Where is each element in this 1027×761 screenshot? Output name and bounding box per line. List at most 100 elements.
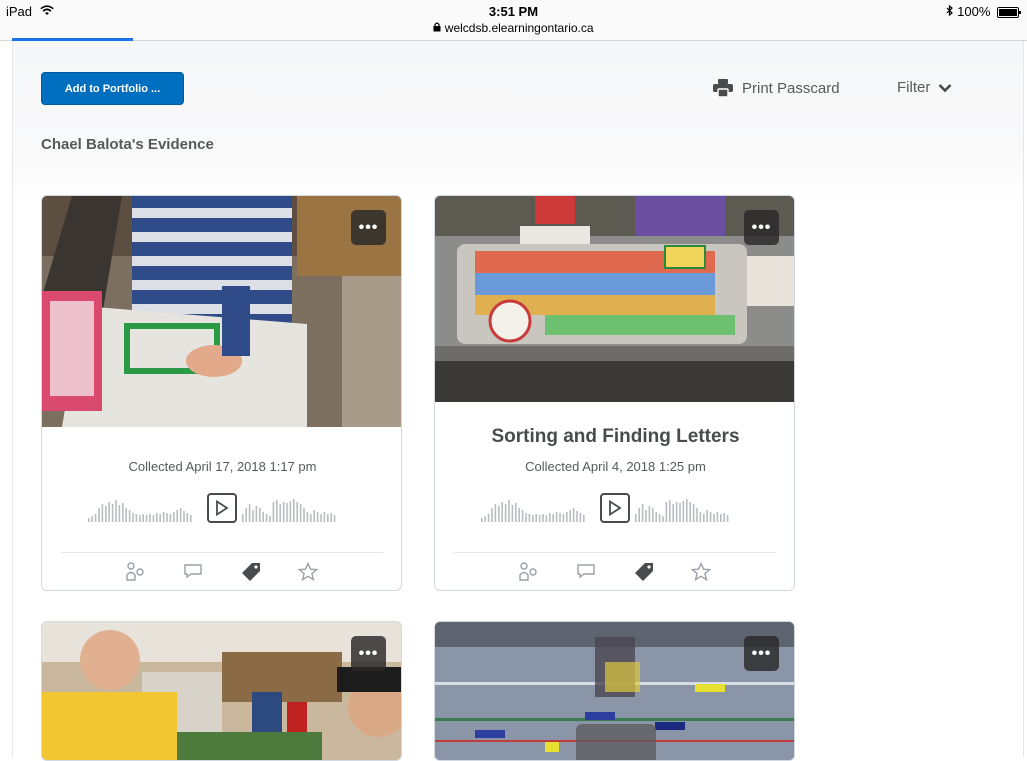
collected-date: Collected April 4, 2018 1:25 pm (525, 459, 706, 474)
waveform-bar (692, 504, 695, 522)
tag-icon[interactable] (241, 562, 261, 587)
bluetooth-icon (946, 4, 958, 19)
waveform-bar (576, 511, 578, 522)
people-icon[interactable] (519, 562, 539, 587)
status-right: 100% (946, 4, 1021, 19)
comment-icon[interactable] (576, 562, 596, 585)
more-options-button[interactable]: ••• (351, 636, 386, 671)
waveform-bar (672, 504, 674, 522)
waveform-bar (696, 508, 698, 522)
waveform-bar (333, 515, 336, 522)
address-bar[interactable]: welcdsb.elearningontario.ca (0, 21, 1027, 35)
waveform-bar (183, 511, 185, 522)
audio-player (481, 492, 749, 526)
evidence-card[interactable]: ••• (41, 621, 402, 761)
waveform-bar (248, 504, 251, 522)
waveform-bar (726, 515, 729, 522)
evidence-photo[interactable] (435, 196, 794, 402)
waveform-bar (689, 502, 691, 522)
waveform-bar (98, 508, 100, 522)
waveform-bar (638, 508, 640, 522)
people-icon[interactable] (126, 562, 146, 587)
more-options-button[interactable]: ••• (744, 210, 779, 245)
waveform-bar (323, 512, 326, 522)
battery-icon (997, 7, 1021, 19)
status-time: 3:51 PM (488, 4, 539, 19)
printer-icon (713, 79, 733, 97)
evidence-card[interactable]: ••• Collected April 17, 2018 1:17 pm (41, 195, 402, 591)
waveform-bar (648, 506, 651, 522)
waveform-bar (327, 514, 329, 522)
waveform-bar (658, 514, 661, 522)
waveform-bar (169, 514, 172, 522)
waveform-bar (662, 516, 664, 522)
waveform-bar (679, 503, 681, 522)
page-title: Chael Balota's Evidence (41, 136, 214, 153)
star-icon[interactable] (297, 561, 319, 587)
play-button[interactable] (207, 493, 237, 523)
waveform-bar (498, 506, 500, 522)
waveform-bar (108, 502, 110, 522)
evidence-card[interactable]: ••• Sorting and Finding Letters Collecte… (434, 195, 795, 591)
waveform-bar (525, 513, 527, 522)
waveform-bar (562, 514, 565, 522)
waveform-bar (145, 515, 148, 522)
lock-icon (433, 21, 444, 35)
waveform-bar (139, 515, 141, 522)
waveform-bar (128, 510, 131, 522)
waveform-bar (91, 516, 93, 522)
waveform-bar (115, 500, 117, 522)
waveform-bar (186, 513, 189, 522)
waveform-bar (255, 506, 258, 522)
waveform-bar (538, 515, 541, 522)
evidence-card[interactable]: ••• (434, 621, 795, 761)
comment-icon[interactable] (183, 562, 203, 585)
card-actions (126, 561, 326, 587)
print-passcard-link[interactable]: Print Passcard (713, 79, 840, 97)
waveform-bar (682, 501, 685, 522)
waveform-bar (286, 503, 288, 522)
evidence-photo[interactable] (42, 622, 401, 760)
waveform-bar (521, 510, 524, 522)
star-icon[interactable] (690, 561, 712, 587)
waveform-bar (179, 508, 182, 522)
video-play-overlay[interactable] (576, 724, 656, 760)
play-icon (609, 500, 622, 516)
waveform-bar (118, 505, 121, 522)
evidence-photo[interactable] (42, 196, 401, 427)
filter-dropdown[interactable]: Filter (897, 79, 952, 96)
waveform-bar (686, 499, 688, 522)
waveform-bar (272, 502, 275, 522)
waveform-bar (310, 514, 312, 522)
play-button[interactable] (600, 493, 630, 523)
add-to-portfolio-button[interactable]: Add to Portfolio ... (41, 72, 184, 105)
waveform-bar (313, 510, 315, 522)
waveform-bar (190, 515, 192, 522)
waveform-bar (518, 508, 520, 522)
waveform-bar (665, 502, 668, 522)
evidence-title[interactable]: Sorting and Finding Letters (435, 426, 794, 448)
waveform-bar (242, 514, 244, 522)
battery-percent: 100% (957, 4, 991, 19)
waveform-bar (122, 503, 124, 522)
more-options-button[interactable]: ••• (744, 636, 779, 671)
waveform-bar (641, 504, 644, 522)
waveform-bar (282, 502, 285, 522)
waveform-bar (269, 516, 271, 522)
waveform-bar (330, 513, 332, 522)
waveform-bar (484, 516, 486, 522)
waveform-bar (635, 514, 637, 522)
more-options-button[interactable]: ••• (351, 210, 386, 245)
status-bar: iPad 3:51 PM welcdsb.elearningontario.ca… (0, 0, 1027, 41)
waveform-bar (713, 514, 715, 522)
waveform-bar (88, 518, 90, 522)
waveform-bar (703, 514, 705, 522)
waveform-bar (125, 508, 127, 522)
divider (61, 552, 383, 553)
tag-icon[interactable] (634, 562, 654, 587)
waveform-bar (487, 514, 490, 522)
waveform-bar (245, 508, 247, 522)
waveform-bar (720, 514, 722, 522)
waveform-bar (645, 510, 647, 522)
waveform-bar (535, 514, 537, 522)
